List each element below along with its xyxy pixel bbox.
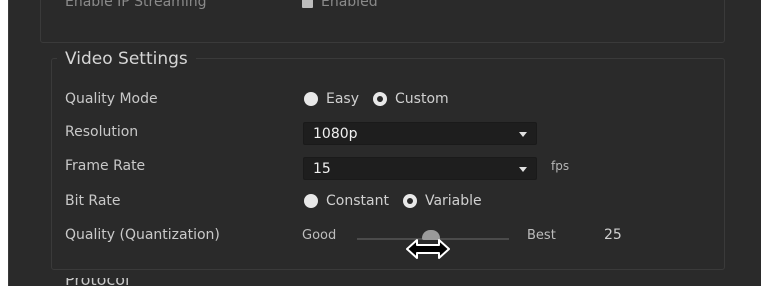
frame-rate-label: Frame Rate (65, 158, 146, 174)
resolution-label: Resolution (65, 124, 139, 140)
slider-min-label: Good (302, 228, 337, 243)
protocol-section-title: Protocol (65, 278, 129, 286)
chevron-down-icon (519, 132, 527, 137)
horizontal-resize-cursor-icon (406, 239, 450, 259)
ip-streaming-checkbox[interactable]: Enabled (302, 0, 378, 10)
radio-option-custom[interactable]: Custom (373, 91, 449, 107)
radio-easy-label: Easy (326, 91, 360, 107)
radio-option-constant[interactable]: Constant (304, 193, 389, 209)
resolution-select[interactable]: 1080p (303, 122, 537, 145)
radio-unchecked-icon (304, 194, 318, 208)
bit-rate-label: Bit Rate (65, 193, 121, 209)
quality-slider-row: Good Best 25 (0, 227, 761, 248)
video-settings-title: Video Settings (57, 49, 196, 69)
radio-option-variable[interactable]: Variable (402, 193, 482, 209)
quality-mode-label: Quality Mode (65, 91, 158, 107)
quality-value: 25 (604, 227, 622, 243)
frame-rate-select[interactable]: 15 (303, 157, 537, 180)
frame-rate-value: 15 (313, 161, 331, 177)
radio-unchecked-icon (304, 92, 318, 106)
chevron-down-icon (519, 167, 527, 172)
quality-mode-radio-group: Easy Custom (304, 91, 463, 107)
radio-checked-icon (402, 194, 417, 208)
radio-option-easy[interactable]: Easy (304, 91, 359, 107)
radio-variable-label: Variable (424, 193, 482, 209)
radio-checked-icon (373, 92, 388, 106)
slider-max-label: Best (527, 228, 556, 243)
radio-constant-label: Constant (326, 193, 389, 209)
radio-custom-label: Custom (395, 91, 449, 107)
ip-streaming-checkbox-label: Enabled (321, 0, 378, 10)
resolution-value: 1080p (313, 126, 358, 142)
frame-rate-unit: fps (551, 159, 570, 173)
ip-streaming-label: Enable IP Streaming (65, 0, 207, 10)
bit-rate-radio-group: Constant Variable (304, 193, 496, 209)
checkbox-checked-icon (302, 0, 313, 8)
